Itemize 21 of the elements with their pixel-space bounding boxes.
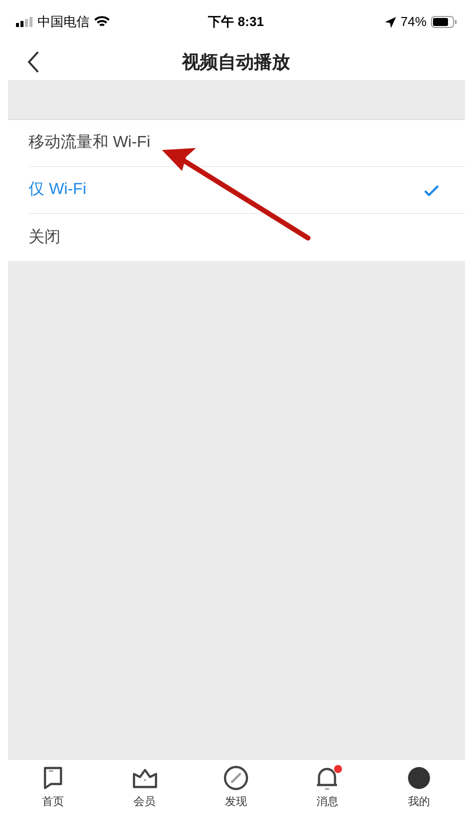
option-row[interactable]: 仅 Wi-Fi [28,167,464,214]
bookmark-icon [42,766,64,790]
tab-bar-item[interactable]: 我的 [373,760,465,814]
tab-bar-item[interactable]: 消息 [282,760,374,814]
option-row[interactable]: 关闭 [28,214,464,261]
checkmark-icon [424,184,438,196]
carrier-name: 中国电信 [38,13,90,32]
signal-icon [16,17,34,27]
avatar-icon [406,766,431,790]
battery-percent: 74% [400,13,427,32]
tab-bar-item[interactable]: 首页 [8,760,99,814]
crown-icon [132,766,158,789]
status-time: 下午 8:31 [208,13,264,32]
tab-bar-item[interactable]: 会员 [98,760,190,814]
location-arrow-icon [385,16,396,28]
compass-icon [223,764,250,791]
page-title: 视频自动播放 [182,50,290,74]
battery-icon [430,16,457,28]
tab-bar-item[interactable]: 发现 [190,760,282,814]
back-chevron-icon [27,51,40,73]
wifi-icon [94,16,110,28]
